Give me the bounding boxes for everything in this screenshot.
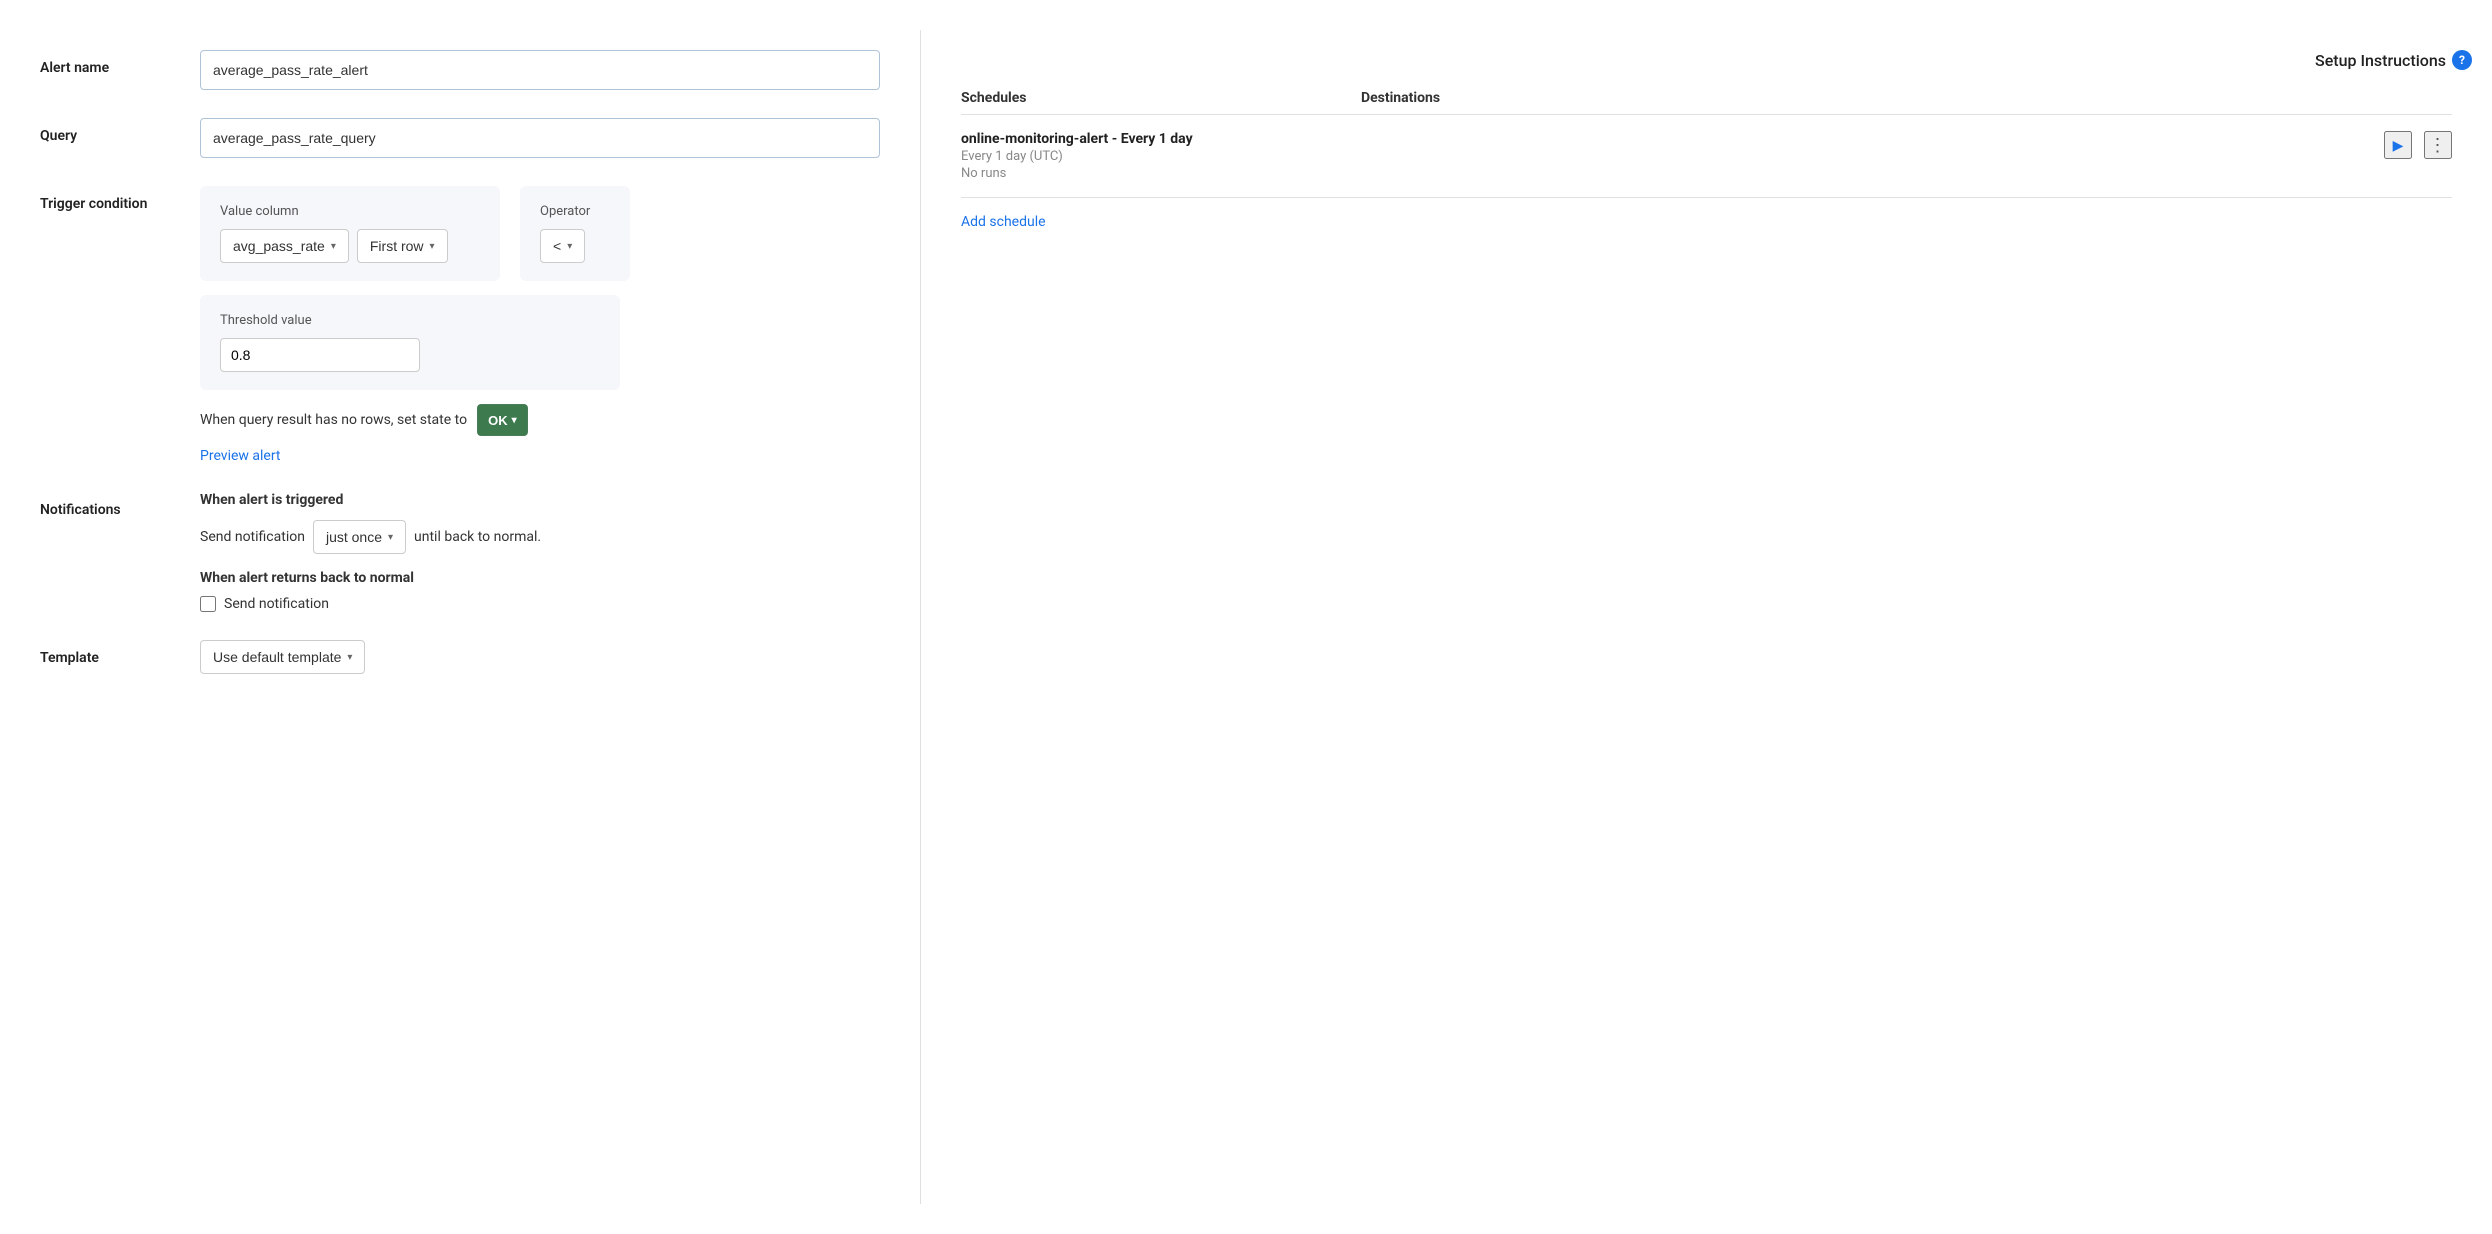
value-column-box: Value column avg_pass_rate ▾ First row ▾ bbox=[200, 186, 500, 281]
alert-name-content bbox=[200, 50, 880, 90]
schedule-frequency: Every 1 day (UTC) bbox=[961, 149, 2384, 164]
trigger-condition-label: Trigger condition bbox=[40, 186, 200, 212]
value-column-label: Value column bbox=[220, 204, 480, 219]
query-row: Query bbox=[40, 118, 880, 158]
notification-frequency-select[interactable]: just once ▾ bbox=[313, 520, 406, 554]
schedule-runs: No runs bbox=[961, 166, 2384, 181]
value-column-select[interactable]: avg_pass_rate ▾ bbox=[220, 229, 349, 263]
query-content bbox=[200, 118, 880, 158]
operator-box: Operator < ▾ bbox=[520, 186, 630, 281]
returns-checkbox[interactable] bbox=[200, 596, 216, 612]
no-rows-text: When query result has no rows, set state… bbox=[200, 412, 467, 428]
when-triggered-header: When alert is triggered bbox=[200, 492, 880, 508]
template-selected: Use default template bbox=[213, 649, 341, 665]
notifications-content: When alert is triggered Send notificatio… bbox=[200, 492, 880, 612]
no-rows-state-button[interactable]: OK ▾ bbox=[477, 404, 528, 436]
query-input[interactable] bbox=[200, 118, 880, 158]
template-label: Template bbox=[40, 640, 200, 666]
returns-to-normal-header: When alert returns back to normal bbox=[200, 570, 880, 586]
threshold-input[interactable] bbox=[220, 338, 420, 372]
right-panel: Setup Instructions ? Schedules Destinati… bbox=[921, 30, 2492, 1204]
returns-checkbox-label: Send notification bbox=[224, 596, 329, 612]
operator-label: Operator bbox=[540, 204, 610, 219]
value-column-selects: avg_pass_rate ▾ First row ▾ bbox=[220, 229, 480, 263]
no-rows-row: When query result has no rows, set state… bbox=[200, 404, 880, 436]
alert-name-label: Alert name bbox=[40, 50, 200, 76]
trigger-condition-content: Value column avg_pass_rate ▾ First row ▾ bbox=[200, 186, 880, 464]
destinations-col-header: Destinations bbox=[1361, 90, 1440, 106]
send-notification-row: Send notification just once ▾ until back… bbox=[200, 520, 880, 554]
schedule-more-button[interactable]: ⋮ bbox=[2424, 131, 2452, 159]
schedules-header: Schedules Destinations bbox=[961, 90, 2452, 115]
row-selector-selected: First row bbox=[370, 238, 424, 254]
schedule-name: online-monitoring-alert - Every 1 day bbox=[961, 131, 2384, 147]
no-rows-chevron-icon: ▾ bbox=[512, 415, 517, 426]
notification-frequency-selected: just once bbox=[326, 529, 382, 545]
setup-instructions-text: Setup Instructions bbox=[2315, 51, 2446, 70]
schedule-info: online-monitoring-alert - Every 1 day Ev… bbox=[961, 131, 2384, 181]
trigger-condition-section: Value column avg_pass_rate ▾ First row ▾ bbox=[200, 186, 880, 295]
schedule-actions: ▶ ⋮ bbox=[2384, 131, 2452, 159]
schedules-col-header: Schedules bbox=[961, 90, 1361, 106]
operator-chevron-icon: ▾ bbox=[567, 241, 572, 252]
threshold-box: Threshold value bbox=[200, 295, 620, 390]
operator-select[interactable]: < ▾ bbox=[540, 229, 585, 263]
send-notification-suffix: until back to normal. bbox=[414, 529, 541, 545]
notifications-label: Notifications bbox=[40, 492, 200, 518]
add-schedule-link[interactable]: Add schedule bbox=[961, 214, 1046, 230]
threshold-label: Threshold value bbox=[220, 313, 600, 328]
template-select[interactable]: Use default template ▾ bbox=[200, 640, 365, 674]
row-selector-select[interactable]: First row ▾ bbox=[357, 229, 448, 263]
no-rows-state-label: OK bbox=[488, 413, 508, 428]
help-icon[interactable]: ? bbox=[2452, 50, 2472, 70]
notifications-row: Notifications When alert is triggered Se… bbox=[40, 492, 880, 612]
value-column-chevron-icon: ▾ bbox=[331, 241, 336, 252]
row-selector-chevron-icon: ▾ bbox=[430, 241, 435, 252]
trigger-condition-row: Trigger condition Value column avg_pass_… bbox=[40, 186, 880, 464]
query-label: Query bbox=[40, 118, 200, 144]
alert-name-input[interactable] bbox=[200, 50, 880, 90]
alert-name-row: Alert name bbox=[40, 50, 880, 90]
notification-frequency-chevron-icon: ▾ bbox=[388, 532, 393, 543]
template-content: Use default template ▾ bbox=[200, 640, 880, 674]
template-chevron-icon: ▾ bbox=[347, 652, 352, 663]
returns-checkbox-row: Send notification bbox=[200, 596, 880, 612]
send-notification-prefix: Send notification bbox=[200, 529, 305, 545]
schedule-item: online-monitoring-alert - Every 1 day Ev… bbox=[961, 115, 2452, 198]
value-column-selected: avg_pass_rate bbox=[233, 238, 325, 254]
preview-alert-link[interactable]: Preview alert bbox=[200, 448, 281, 464]
operator-selected: < bbox=[553, 238, 561, 254]
operator-select-row: < ▾ bbox=[540, 229, 610, 263]
setup-instructions: Setup Instructions ? bbox=[2315, 50, 2472, 70]
template-row: Template Use default template ▾ bbox=[40, 640, 880, 674]
schedule-play-button[interactable]: ▶ bbox=[2384, 131, 2412, 159]
